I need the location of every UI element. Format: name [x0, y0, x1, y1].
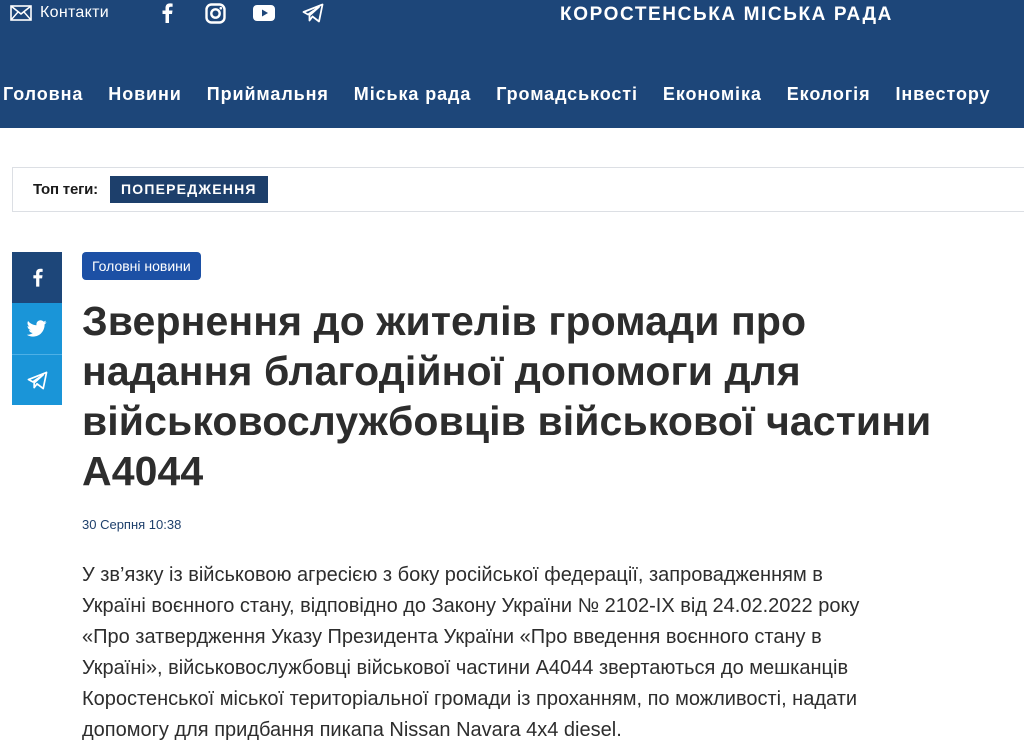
nav-item-ecology[interactable]: Екологія: [774, 80, 883, 108]
article-body-line: допомогу для придбання пикапа Nissan Nav…: [82, 719, 622, 741]
youtube-link[interactable]: [252, 2, 276, 24]
nav-item-investor[interactable]: Інвестору: [883, 80, 1003, 108]
twitter-icon: [27, 320, 47, 337]
share-telegram-button[interactable]: [12, 354, 62, 405]
article-body-line: Україні воєнного стану, відповідно до За…: [82, 595, 860, 617]
article-body-line: «Про затвердження Указу Президента Украї…: [82, 626, 822, 648]
nav-item-public[interactable]: Громадськості: [484, 80, 651, 108]
contacts-link[interactable]: Контакти: [10, 2, 109, 24]
article-body-line: Коростенської міської територіальної гро…: [82, 688, 858, 710]
share-twitter-button[interactable]: [12, 303, 62, 354]
site-header: Контакти КОРОСТЕНСЬКА МІСЬКА РАДА Головн…: [0, 0, 1024, 128]
article-body-line: У зв’язку із військовою агресією з боку …: [82, 564, 823, 586]
nav-item-city-council[interactable]: Міська рада: [341, 80, 483, 108]
site-title[interactable]: КОРОСТЕНСЬКА МІСЬКА РАДА: [560, 4, 893, 26]
telegram-link[interactable]: [301, 2, 325, 24]
top-bar: Контакти КОРОСТЕНСЬКА МІСЬКА РАДА: [0, 0, 1024, 30]
article-title: Звернення до жителів громади про надання…: [82, 298, 932, 494]
contacts-label: Контакти: [40, 4, 109, 21]
top-tags-bar: Топ теги: ПОПЕРЕДЖЕННЯ: [12, 167, 1024, 212]
nav-item-economy[interactable]: Економіка: [650, 80, 774, 108]
article-body-line: Україні», військовослужбовці військової …: [82, 657, 849, 679]
tag-warning[interactable]: ПОПЕРЕДЖЕННЯ: [109, 176, 268, 203]
youtube-icon: [253, 5, 275, 21]
facebook-icon: [162, 3, 173, 23]
telegram-icon: [302, 3, 324, 23]
telegram-icon: [27, 371, 47, 389]
category-badge[interactable]: Головні новини: [82, 252, 201, 280]
facebook-link[interactable]: [157, 2, 177, 24]
nav-item-reception[interactable]: Приймальня: [194, 80, 341, 108]
main-nav: Головна Новини Приймальня Міська рада Гр…: [0, 80, 1003, 108]
nav-item-home[interactable]: Головна: [0, 80, 96, 108]
article-body: У зв’язку із військовою агресією з боку …: [82, 560, 982, 746]
top-tags-label: Топ теги:: [33, 181, 98, 198]
instagram-link[interactable]: [203, 2, 227, 24]
article-date: 30 Серпня 10:38: [82, 517, 182, 532]
instagram-icon: [204, 2, 226, 24]
share-facebook-button[interactable]: [12, 252, 62, 303]
share-bar: [12, 252, 62, 405]
facebook-icon: [32, 268, 43, 287]
envelope-icon: [10, 5, 32, 21]
nav-item-news[interactable]: Новини: [96, 80, 194, 108]
